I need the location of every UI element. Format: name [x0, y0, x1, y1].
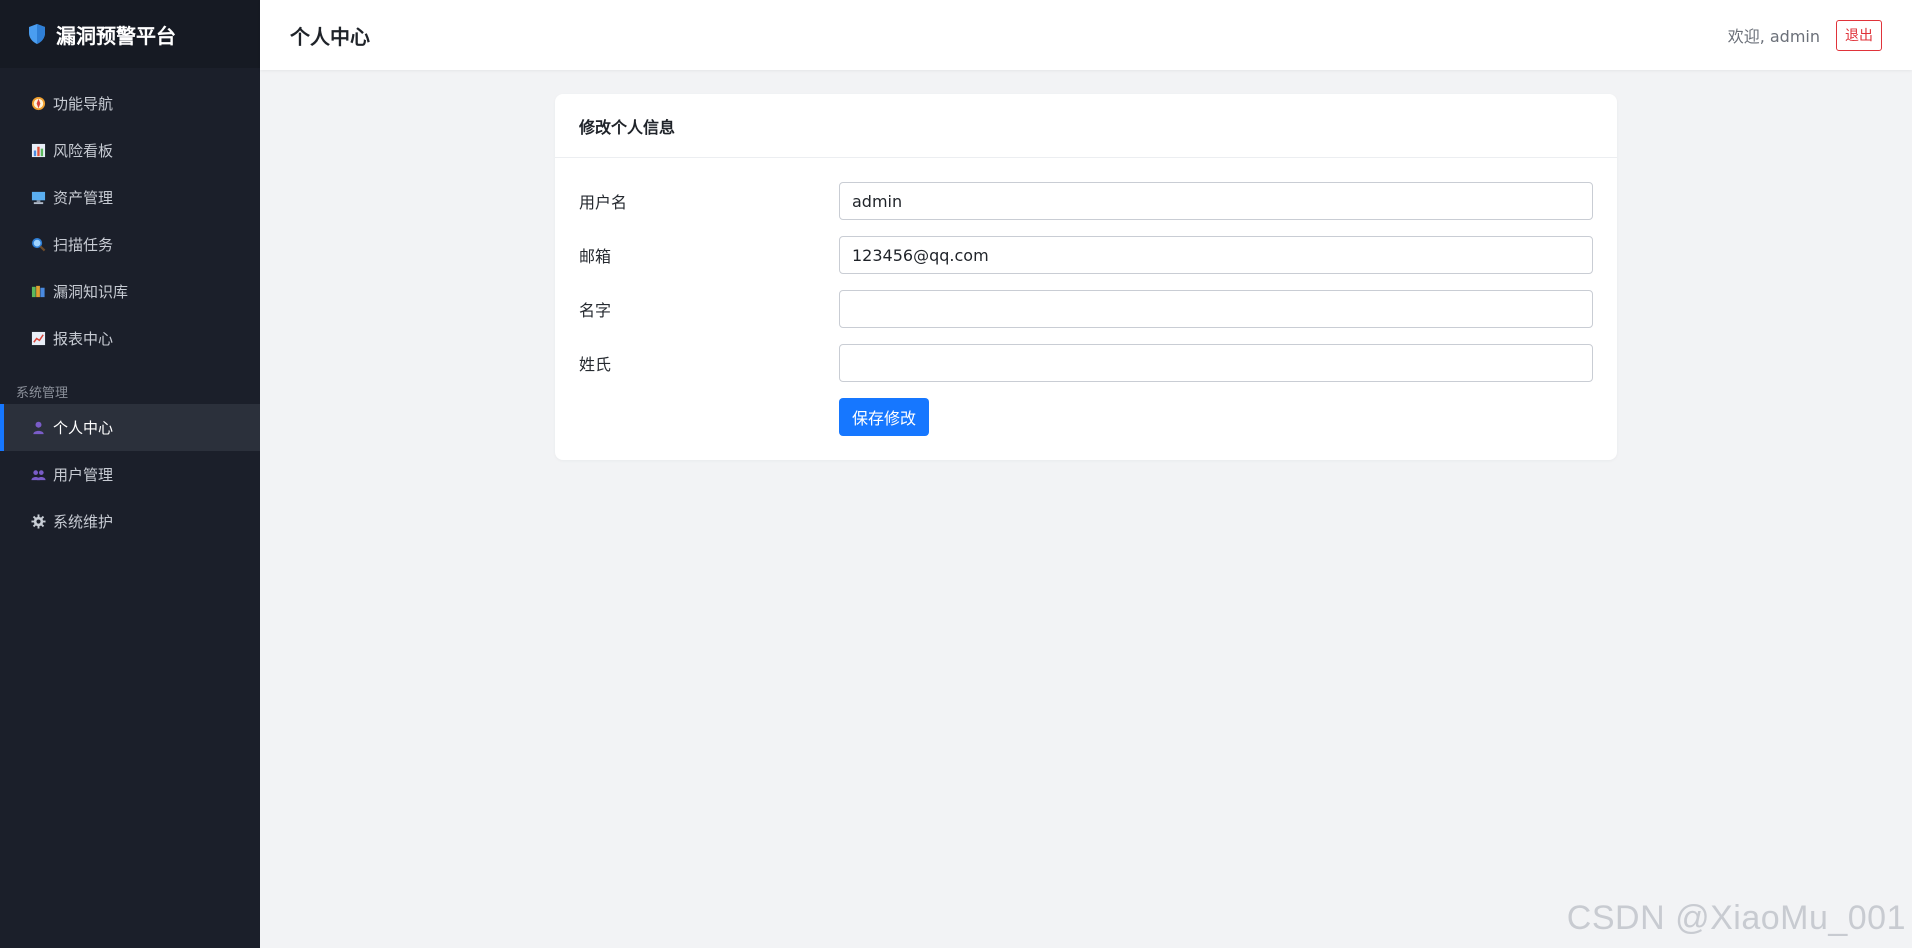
sidebar-item-label: 风险看板	[53, 142, 114, 160]
profile-form: 用户名 邮箱 名字 姓氏 保存修改	[555, 158, 1617, 436]
sidebar-item-label: 报表中心	[53, 330, 114, 348]
sidebar-item-label: 扫描任务	[53, 236, 114, 254]
sidebar-section-title: 系统管理	[16, 386, 69, 401]
username-label: 用户名	[579, 193, 628, 212]
profile-card: 修改个人信息 用户名 邮箱 名字 姓氏 保存修改	[555, 94, 1617, 460]
sidebar-item-label: 功能导航	[53, 95, 114, 113]
last-name-label: 姓氏	[579, 355, 612, 374]
first-name-field[interactable]	[839, 290, 1593, 328]
logout-button[interactable]: 退出	[1836, 19, 1882, 51]
page-title: 个人中心	[290, 24, 370, 49]
magnifier-icon	[30, 237, 46, 253]
sidebar-item-user-management[interactable]: 用户管理	[0, 451, 260, 498]
form-row-username: 用户名	[579, 182, 1593, 220]
email-label: 邮箱	[579, 247, 612, 266]
save-button[interactable]: 保存修改	[839, 398, 930, 436]
compass-icon	[30, 96, 46, 112]
trend-chart-icon	[30, 331, 46, 347]
sidebar-item-asset-management[interactable]: 资产管理	[0, 174, 260, 221]
sidebar-item-label: 资产管理	[53, 189, 114, 207]
monitor-icon	[30, 190, 46, 206]
form-row-first-name: 名字	[579, 290, 1593, 328]
sidebar-item-label: 个人中心	[53, 419, 114, 437]
header-user-area: 欢迎, admin 退出	[1727, 19, 1882, 51]
shield-icon	[29, 24, 45, 44]
sidebar-item-scan-tasks[interactable]: 扫描任务	[0, 221, 260, 268]
sidebar-item-label: 漏洞知识库	[53, 283, 129, 301]
sidebar-item-feature-nav[interactable]: 功能导航	[0, 80, 260, 127]
card-title: 修改个人信息	[555, 94, 1617, 158]
brand: 漏洞预警平台	[0, 0, 260, 68]
user-icon	[30, 420, 46, 436]
brand-title: 漏洞预警平台	[56, 23, 176, 48]
last-name-field[interactable]	[839, 344, 1593, 382]
email-field[interactable]	[839, 236, 1593, 274]
bar-chart-icon	[30, 143, 46, 159]
first-name-label: 名字	[579, 301, 612, 320]
top-header: 个人中心 欢迎, admin 退出	[260, 0, 1912, 70]
form-row-last-name: 姓氏	[579, 344, 1593, 382]
username-field[interactable]	[839, 182, 1593, 220]
welcome-text: 欢迎, admin	[1727, 27, 1820, 46]
sidebar-item-report-center[interactable]: 报表中心	[0, 315, 260, 362]
sidebar-item-label: 系统维护	[53, 513, 114, 531]
sidebar-item-knowledge-base[interactable]: 漏洞知识库	[0, 268, 260, 315]
gear-icon	[30, 514, 46, 530]
books-icon	[30, 284, 46, 300]
sidebar-item-system-maintenance[interactable]: 系统维护	[0, 498, 260, 545]
sidebar-item-personal-center[interactable]: 个人中心	[0, 404, 260, 451]
sidebar-item-risk-board[interactable]: 风险看板	[0, 127, 260, 174]
users-icon	[30, 467, 46, 483]
sidebar-item-label: 用户管理	[53, 466, 114, 484]
app-root: 漏洞预警平台 功能导航 风险看板 资产管理 扫描任务 漏洞知识库 报表中心 系统…	[0, 0, 1912, 948]
watermark: CSDN @XiaoMu_001	[1566, 899, 1906, 937]
sidebar-nav: 功能导航 风险看板 资产管理 扫描任务 漏洞知识库 报表中心 系统管理 个人中心…	[0, 68, 260, 545]
sidebar: 漏洞预警平台 功能导航 风险看板 资产管理 扫描任务 漏洞知识库 报表中心 系统…	[0, 0, 260, 948]
form-row-email: 邮箱	[579, 236, 1593, 274]
